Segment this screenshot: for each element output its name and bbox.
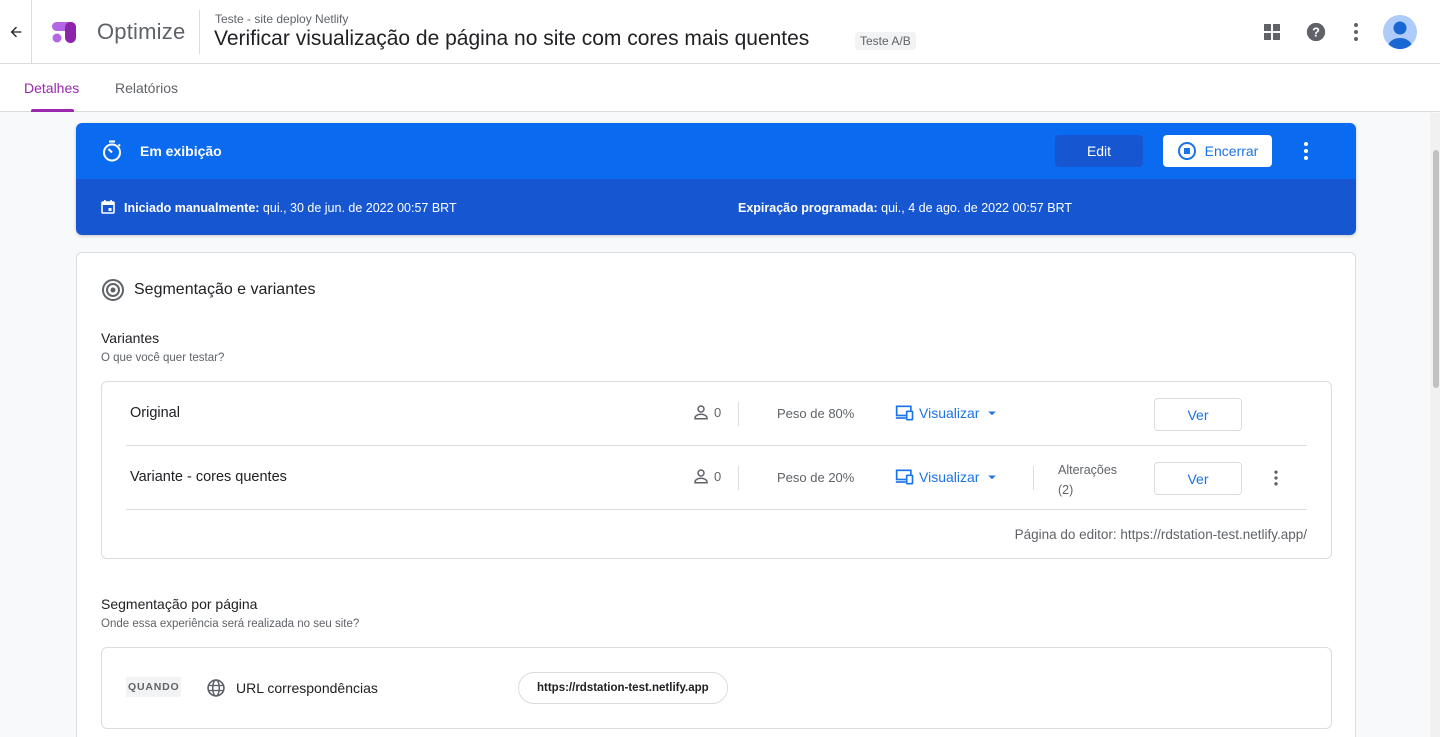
apps-grid-icon — [1264, 24, 1280, 40]
url-chip[interactable]: https://rdstation-test.netlify.app — [518, 672, 728, 704]
experiment-title: Verificar visualização de página no site… — [214, 27, 810, 50]
help-button[interactable]: ? — [1304, 20, 1328, 44]
targeting-card: Segmentação e variantes Variantes O que … — [76, 252, 1356, 737]
help-icon: ? — [1306, 22, 1326, 42]
variant-more-button[interactable] — [1264, 466, 1288, 490]
back-button[interactable] — [0, 0, 32, 64]
arrow-drop-down-icon — [988, 475, 997, 480]
start-info: Iniciado manualmente: qui., 30 de jun. d… — [124, 201, 457, 215]
visitor-count: 0 — [692, 403, 721, 421]
status-label: Em exibição — [140, 143, 222, 159]
variant-weight[interactable]: Peso de 20% — [777, 470, 854, 485]
person-icon — [694, 405, 708, 420]
container-name[interactable]: Teste - site deploy Netlify — [215, 12, 348, 26]
apps-button[interactable] — [1260, 20, 1284, 44]
experiment-type-badge: Teste A/B — [855, 32, 916, 50]
page-targeting-title: Segmentação por página — [101, 596, 258, 612]
expiry-info: Expiração programada: qui., 4 de ago. de… — [738, 201, 1073, 215]
tab-bar: Detalhes Relatórios — [0, 64, 1440, 112]
changes-count[interactable]: Alterações (2) — [1058, 460, 1138, 500]
header-more-button[interactable] — [1344, 20, 1368, 44]
view-button[interactable]: Ver — [1154, 398, 1242, 431]
variant-row-original: Original 0 Peso de 80% Visualizar Ver — [126, 382, 1307, 446]
stop-circle-icon — [1177, 142, 1196, 160]
timer-icon — [103, 140, 121, 162]
preview-dropdown[interactable]: Visualizar — [895, 403, 1001, 423]
app-name: Optimize — [97, 19, 186, 44]
more-vert-icon — [1274, 470, 1278, 486]
status-more-button[interactable] — [1294, 139, 1318, 163]
variants-subtitle: O que você quer testar? — [101, 352, 225, 364]
editor-page-url: Página do editor: https://rdstation-test… — [1014, 527, 1307, 542]
view-button[interactable]: Ver — [1154, 462, 1242, 495]
variants-box: Original 0 Peso de 80% Visualizar Ver Va… — [101, 381, 1332, 559]
row-separator — [126, 509, 1307, 510]
devices-icon — [895, 469, 914, 485]
more-vert-icon — [1304, 142, 1308, 160]
arrow-drop-down-icon — [988, 411, 997, 416]
section-title: Segmentação e variantes — [134, 281, 316, 298]
globe-icon — [207, 679, 225, 697]
when-badge: QUANDO — [126, 677, 182, 697]
app-header: Optimize Teste - site deploy Netlify Ver… — [0, 0, 1440, 64]
devices-icon — [895, 405, 914, 421]
edit-button[interactable]: Edit — [1055, 135, 1143, 167]
end-experiment-label: Encerrar — [1204, 143, 1259, 159]
target-icon — [102, 279, 124, 301]
calendar-icon — [101, 200, 115, 214]
schedule-bar: Iniciado manualmente: qui., 30 de jun. d… — [76, 179, 1356, 235]
status-card: Em exibição Edit Encerrar Iniciado manua… — [76, 123, 1356, 235]
row-divider — [1033, 466, 1034, 490]
person-icon — [694, 469, 708, 484]
variants-title: Variantes — [101, 330, 160, 346]
variant-name: Original — [130, 405, 180, 421]
url-rule-box: QUANDO URL correspondências https://rdst… — [101, 647, 1332, 729]
status-bar: Em exibição Edit Encerrar — [76, 123, 1356, 179]
tab-detalhes[interactable]: Detalhes — [24, 80, 79, 96]
row-divider — [738, 466, 739, 490]
account-avatar[interactable] — [1383, 15, 1417, 49]
tab-relatorios[interactable]: Relatórios — [115, 80, 178, 96]
row-divider — [738, 402, 739, 426]
end-experiment-button[interactable]: Encerrar — [1163, 135, 1272, 167]
variant-weight[interactable]: Peso de 80% — [777, 406, 854, 421]
user-avatar-icon — [1388, 21, 1412, 49]
more-vert-icon — [1354, 23, 1358, 41]
visitor-count: 0 — [692, 467, 721, 485]
page-targeting-subtitle: Onde essa experiência será realizada no … — [101, 618, 360, 630]
optimize-logo-icon — [52, 22, 76, 43]
preview-dropdown[interactable]: Visualizar — [895, 467, 1001, 487]
arrow-back-icon — [10, 26, 21, 38]
scrollbar-thumb[interactable] — [1433, 150, 1439, 388]
url-match-label[interactable]: URL correspondências — [236, 680, 378, 696]
active-tab-indicator — [31, 109, 74, 112]
variant-row-hot-colors: Variante - cores quentes 0 Peso de 20% V… — [126, 446, 1307, 510]
header-divider — [199, 10, 200, 54]
variant-name: Variante - cores quentes — [130, 469, 287, 485]
svg-text:?: ? — [1312, 25, 1320, 40]
